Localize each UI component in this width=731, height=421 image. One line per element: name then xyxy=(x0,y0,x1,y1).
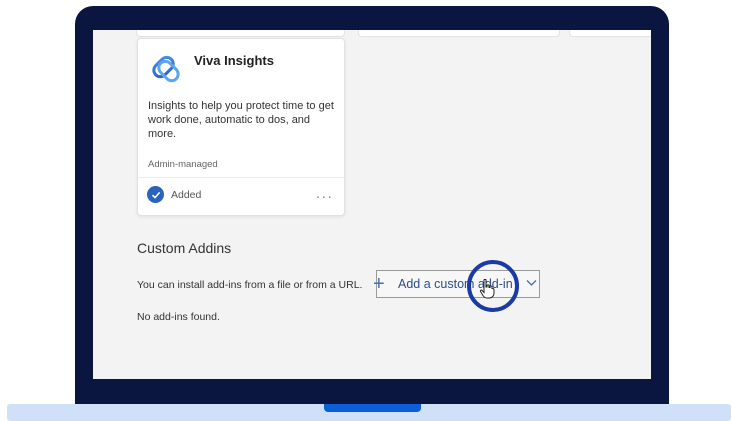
viva-insights-logo-icon xyxy=(152,55,180,83)
chevron-down-icon xyxy=(526,280,537,286)
hand-cursor-icon xyxy=(479,279,495,299)
card-edge xyxy=(358,30,560,37)
app-description: Insights to help you protect time to get… xyxy=(148,100,334,140)
card-divider xyxy=(138,177,344,178)
app-screen: Viva Insights Insights to help you prote… xyxy=(93,30,651,379)
added-status-label: Added xyxy=(171,189,202,201)
app-title: Viva Insights xyxy=(194,53,274,68)
card-edge xyxy=(136,30,345,37)
admin-managed-label: Admin-managed xyxy=(148,159,218,170)
laptop-notch xyxy=(324,404,421,412)
viva-insights-card[interactable]: Viva Insights Insights to help you prote… xyxy=(137,38,345,216)
install-info-text: You can install add-ins from a file or f… xyxy=(137,279,363,291)
more-options-button[interactable]: ... xyxy=(316,185,334,201)
plus-icon: + xyxy=(373,273,385,295)
card-edge xyxy=(569,30,651,37)
no-addins-text: No add-ins found. xyxy=(137,311,220,323)
custom-addins-heading: Custom Addins xyxy=(137,240,232,256)
checkmark-circle-icon xyxy=(147,186,164,203)
